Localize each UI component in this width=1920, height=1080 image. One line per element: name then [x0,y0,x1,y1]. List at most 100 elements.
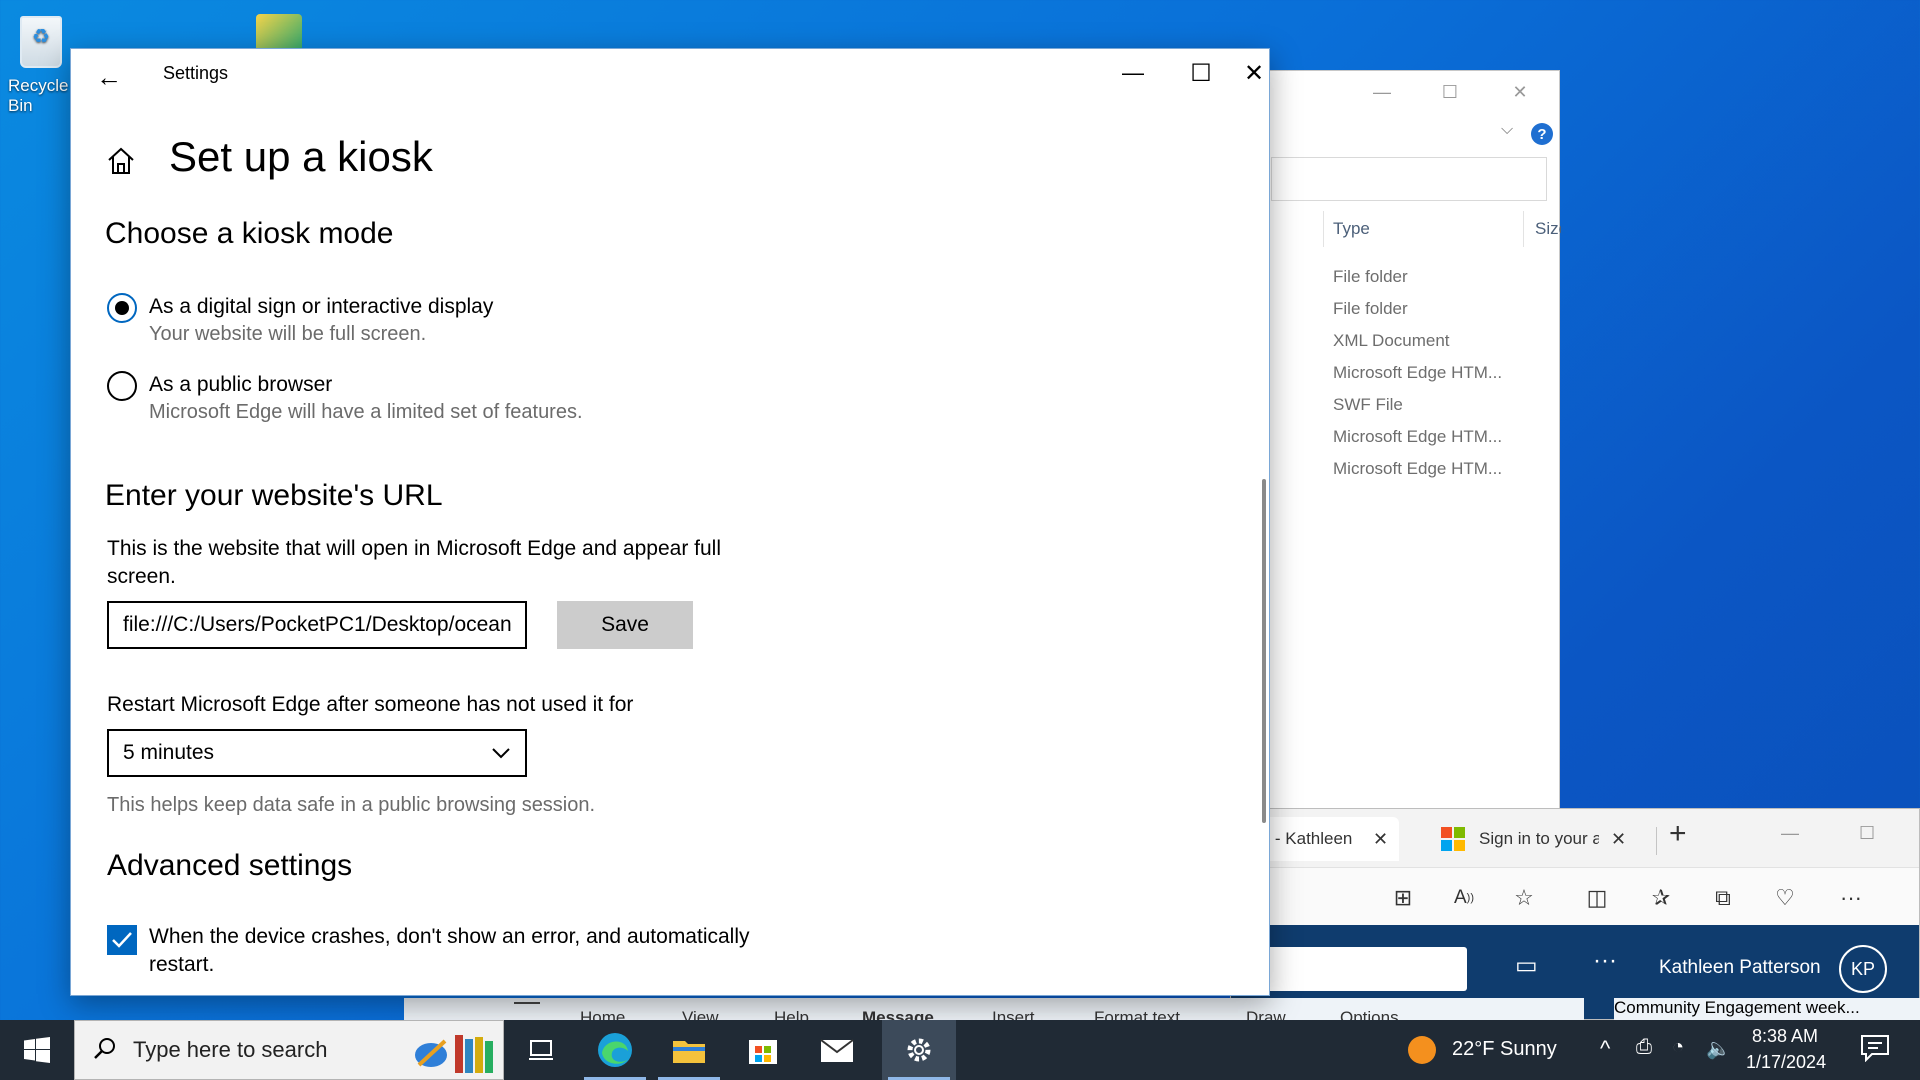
explorer-search-box[interactable] [1271,157,1547,201]
restart-timeout-dropdown[interactable]: 5 minutes [107,729,527,777]
radio-digital-sign[interactable] [107,293,137,323]
settings-taskbar-icon[interactable] [882,1020,956,1080]
ribbon-tab[interactable]: Options [1340,1008,1399,1020]
back-arrow-icon[interactable]: ← [91,59,127,95]
restart-label: Restart Microsoft Edge after someone has… [107,693,634,716]
browser-tab-signin[interactable]: Sign in to your account ✕ [1441,817,1651,861]
user-name: Kathleen Patterson [1659,957,1821,978]
checkmark-icon [112,932,132,948]
chevron-down-icon [491,741,511,765]
avatar[interactable]: KP [1839,945,1887,993]
url-description: This is the website that will open in Mi… [107,537,721,588]
ribbon-tab[interactable]: Home [580,1008,625,1020]
close-tab-icon[interactable]: ✕ [1611,829,1626,850]
edge-browser-window: Mail - Kathleen ✕ Sign in to your accoun… [1230,808,1920,1020]
collections-icon[interactable]: ⧉ [1705,880,1741,916]
radio-label-public-browser[interactable]: As a public browser [149,373,332,397]
microsoft-logo-icon [1441,827,1465,851]
ribbon-tab[interactable]: Help [774,1008,809,1020]
taskbar: Type here to search 22°F Sunny ^ ⎙ ◔ 🔈 8… [0,1020,1920,1080]
weather-text[interactable]: 22°F Sunny [1452,1038,1557,1061]
page-title: Set up a kiosk [169,133,433,180]
search-placeholder: Type here to search [133,1037,328,1062]
extensions-icon[interactable]: ⊞ [1385,880,1421,916]
file-type-cell: File folder [1333,267,1408,286]
file-type-cell: Microsoft Edge HTM... [1333,427,1503,446]
minimize-icon[interactable]: — [1781,823,1799,844]
split-screen-icon[interactable]: ◫ [1579,880,1615,916]
gear-icon [907,1038,931,1062]
more-options-icon[interactable]: ··· [1833,880,1869,916]
scrollbar[interactable] [1262,479,1266,823]
maximize-icon[interactable]: ☐ [1859,823,1875,844]
window-title: Settings [163,63,229,83]
section-heading-kiosk-mode: Choose a kiosk mode [105,217,394,250]
ribbon-tab[interactable]: Draw [1246,1008,1286,1020]
close-tab-icon[interactable]: ✕ [1373,829,1388,850]
home-icon[interactable] [101,141,141,181]
volume-icon[interactable]: 🔈 [1706,1036,1731,1061]
crash-restart-checkbox[interactable] [107,925,137,955]
ribbon-tab[interactable]: Insert [992,1008,1035,1020]
weather-sun-icon[interactable] [1408,1036,1436,1064]
url-input[interactable]: file:///C:/Users/PocketPC1/Desktop/ocean [107,601,527,649]
section-heading-url: Enter your website's URL [105,479,443,512]
column-header-size[interactable]: Size [1535,219,1561,239]
taskbar-search-box[interactable]: Type here to search [74,1020,504,1080]
windows-logo-icon [24,1037,50,1063]
ribbon-tab[interactable]: Format text [1094,1008,1180,1020]
search-icon [93,1036,117,1065]
file-type-cell: Microsoft Edge HTM... [1333,363,1503,382]
network-icon[interactable]: ◔ [1672,1036,1684,1059]
task-view-icon[interactable] [504,1020,578,1080]
restart-help-text: This helps keep data safe in a public br… [107,794,596,816]
section-heading-advanced: Advanced settings [107,849,353,882]
settings-window: ← Settings — ☐ ✕ Set up a kiosk Choose a… [70,48,1270,996]
maximize-icon[interactable]: ☐ [1427,75,1473,109]
favorites-icon[interactable]: ✰ [1643,880,1679,916]
radio-label-digital-sign[interactable]: As a digital sign or interactive display [149,295,493,319]
maximize-icon[interactable]: ☐ [1167,49,1235,97]
chat-icon[interactable]: ▭ [1515,951,1538,980]
more-options-icon[interactable]: ··· [1593,947,1617,975]
radio-desc-digital-sign: Your website will be full screen. [149,323,427,345]
browser-toolbar: ⊞ A)) ☆ ◫ ✰ ⧉ ♡ ··· [1231,867,1919,925]
store-taskbar-icon[interactable] [726,1020,800,1080]
meet-icon[interactable]: ⎙ [1636,1036,1652,1059]
minimize-icon[interactable]: — [1359,75,1405,109]
menu-icon[interactable] [514,1002,540,1004]
recycle-bin-icon: ♻ [12,10,70,72]
ribbon-tab[interactable]: View [682,1008,719,1020]
clock-time[interactable]: 8:38 AM [1752,1026,1818,1047]
read-aloud-icon[interactable]: A)) [1446,880,1482,916]
file-type-cell: SWF File [1333,395,1403,414]
column-separator [1523,211,1524,247]
outlook-ribbon-strip: Home View Help Message Insert Format tex… [404,998,1584,1020]
edge-taskbar-icon[interactable] [578,1020,652,1080]
file-type-cell: Microsoft Edge HTM... [1333,459,1503,478]
ribbon-tab[interactable]: Message [862,1008,934,1020]
help-icon[interactable]: ? [1531,123,1553,145]
save-button[interactable]: Save [557,601,693,649]
clock-date[interactable]: 1/17/2024 [1746,1052,1826,1073]
chevron-up-icon[interactable]: ^ [1600,1036,1610,1062]
favorite-star-icon[interactable]: ☆ [1506,880,1542,916]
file-explorer-taskbar-icon[interactable] [652,1020,726,1080]
tab-separator [1656,827,1657,855]
new-tab-icon[interactable]: + [1669,817,1687,851]
chevron-down-icon[interactable]: ⌵ [1501,121,1513,139]
radio-desc-public-browser: Microsoft Edge will have a limited set o… [149,401,583,423]
crash-restart-label[interactable]: When the device crashes, don't show an e… [149,923,769,979]
start-button[interactable] [0,1020,74,1080]
notifications-icon[interactable] [1860,1034,1890,1063]
tab-title: Sign in to your account [1479,829,1599,848]
file-type-cell: File folder [1333,299,1408,318]
column-header-type[interactable]: Type [1333,219,1370,239]
notification-preview[interactable]: Community Engagement week... [1614,998,1920,1020]
minimize-icon[interactable]: — [1099,49,1167,97]
browser-essentials-icon[interactable]: ♡ [1767,880,1803,916]
close-icon[interactable]: ✕ [1497,75,1543,109]
mail-taskbar-icon[interactable] [800,1020,874,1080]
radio-public-browser[interactable] [107,371,137,401]
close-icon[interactable]: ✕ [1237,49,1269,97]
